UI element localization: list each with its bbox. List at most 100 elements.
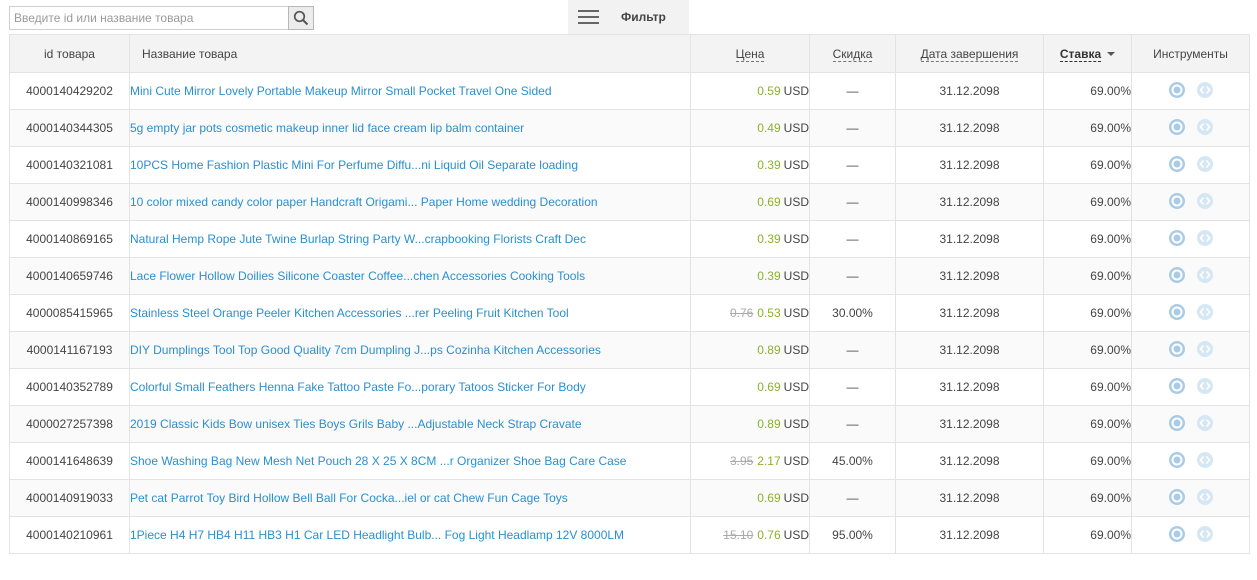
product-id: 4000085415965	[9, 294, 130, 332]
product-name-cell: Stainless Steel Orange Peeler Kitchen Ac…	[129, 294, 691, 332]
table-row: 4000141648639 Shoe Washing Bag New Mesh N…	[9, 442, 1250, 480]
price: 0.39	[757, 158, 781, 172]
target-icon[interactable]	[1168, 118, 1186, 139]
product-id: 4000140344305	[9, 109, 130, 147]
sort-desc-icon	[1107, 52, 1116, 57]
header-price[interactable]: Цена	[690, 34, 810, 73]
link-arrows-icon[interactable]	[1196, 451, 1214, 472]
link-arrows-icon[interactable]	[1196, 192, 1214, 213]
price: 0.49	[757, 121, 781, 135]
discount: 45.00%	[809, 442, 896, 480]
product-link[interactable]: Colorful Small Feathers Henna Fake Tatto…	[131, 380, 586, 394]
end-date: 31.12.2098	[895, 183, 1044, 221]
end-date: 31.12.2098	[895, 294, 1044, 332]
target-icon[interactable]	[1168, 155, 1186, 176]
product-link[interactable]: Shoe Washing Bag New Mesh Net Pouch 28 X…	[131, 454, 627, 468]
currency: USD	[783, 491, 809, 505]
product-link[interactable]: 1Piece H4 H7 HB4 H11 HB3 H1 Car LED Head…	[131, 528, 625, 542]
search-input[interactable]	[9, 6, 288, 30]
target-icon[interactable]	[1168, 229, 1186, 250]
price: 0.69	[757, 380, 781, 394]
link-arrows-icon[interactable]	[1196, 118, 1214, 139]
price-cell: 0.69 USD	[690, 368, 810, 406]
price: 2.17	[757, 454, 781, 468]
product-id: 4000141648639	[9, 442, 130, 480]
price: 0.53	[757, 306, 781, 320]
product-link[interactable]: 5g empty jar pots cosmetic makeup inner …	[131, 121, 525, 135]
product-link[interactable]: Pet cat Parrot Toy Bird Hollow Bell Ball…	[131, 491, 568, 505]
search-button[interactable]	[288, 6, 314, 30]
product-id: 4000027257398	[9, 405, 130, 443]
discount: —	[809, 257, 896, 295]
target-icon[interactable]	[1168, 266, 1186, 287]
price-cell: 0.49 USD	[690, 109, 810, 147]
table-row: 4000085415965 Stainless Steel Orange Peel…	[9, 294, 1250, 332]
product-link[interactable]: 10PCS Home Fashion Plastic Mini For Perf…	[131, 158, 579, 172]
filter-button[interactable]: Фильтр	[568, 0, 689, 34]
price-cell: 15.10 0.76 USD	[690, 516, 810, 554]
old-price: 15.10	[723, 528, 754, 542]
header-rate[interactable]: Ставка	[1043, 34, 1132, 73]
product-link[interactable]: Mini Cute Mirror Lovely Portable Makeup …	[131, 84, 552, 98]
discount: —	[809, 109, 896, 147]
link-arrows-icon[interactable]	[1196, 81, 1214, 102]
product-id: 4000140352789	[9, 368, 130, 406]
tools-cell	[1131, 146, 1250, 184]
link-arrows-icon[interactable]	[1196, 303, 1214, 324]
end-date: 31.12.2098	[895, 479, 1044, 517]
link-arrows-icon[interactable]	[1196, 414, 1214, 435]
link-arrows-icon[interactable]	[1196, 266, 1214, 287]
target-icon[interactable]	[1168, 303, 1186, 324]
link-arrows-icon[interactable]	[1196, 155, 1214, 176]
product-link[interactable]: 10 color mixed candy color paper Handcra…	[131, 195, 598, 209]
product-name-cell: 10PCS Home Fashion Plastic Mini For Perf…	[129, 146, 691, 184]
products-table: id товара Название товара Цена Скидка Да…	[9, 34, 1250, 554]
price: 0.89	[757, 343, 781, 357]
link-arrows-icon[interactable]	[1196, 377, 1214, 398]
target-icon[interactable]	[1168, 525, 1186, 546]
link-arrows-icon[interactable]	[1196, 525, 1214, 546]
link-arrows-icon[interactable]	[1196, 340, 1214, 361]
price-cell: 0.39 USD	[690, 220, 810, 258]
end-date: 31.12.2098	[895, 368, 1044, 406]
target-icon[interactable]	[1168, 414, 1186, 435]
product-link[interactable]: 2019 Classic Kids Bow unisex Ties Boys G…	[131, 417, 582, 431]
tools-cell	[1131, 257, 1250, 295]
rate: 69.00%	[1043, 331, 1132, 369]
tools-cell	[1131, 72, 1250, 110]
price-cell: 0.39 USD	[690, 257, 810, 295]
price-cell: 0.69 USD	[690, 183, 810, 221]
product-link[interactable]: Stainless Steel Orange Peeler Kitchen Ac…	[131, 306, 569, 320]
product-id: 4000140210961	[9, 516, 130, 554]
search-bar	[9, 6, 314, 30]
table-row: 4000140869165 Natural Hemp Rope Jute Twin…	[9, 220, 1250, 258]
currency: USD	[783, 343, 809, 357]
discount: 95.00%	[809, 516, 896, 554]
target-icon[interactable]	[1168, 81, 1186, 102]
link-arrows-icon[interactable]	[1196, 229, 1214, 250]
product-link[interactable]: DIY Dumplings Tool Top Good Quality 7cm …	[131, 343, 601, 357]
tools-cell	[1131, 405, 1250, 443]
end-date: 31.12.2098	[895, 331, 1044, 369]
header-discount[interactable]: Скидка	[809, 34, 896, 73]
target-icon[interactable]	[1168, 451, 1186, 472]
product-name-cell: Colorful Small Feathers Henna Fake Tatto…	[129, 368, 691, 406]
discount: —	[809, 368, 896, 406]
target-icon[interactable]	[1168, 340, 1186, 361]
header-end-date[interactable]: Дата завершения	[895, 34, 1044, 73]
end-date: 31.12.2098	[895, 220, 1044, 258]
end-date: 31.12.2098	[895, 516, 1044, 554]
price: 0.76	[757, 528, 781, 542]
discount: —	[809, 72, 896, 110]
product-link[interactable]: Lace Flower Hollow Doilies Silicone Coas…	[131, 269, 586, 283]
target-icon[interactable]	[1168, 192, 1186, 213]
target-icon[interactable]	[1168, 377, 1186, 398]
rate: 69.00%	[1043, 442, 1132, 480]
price-cell: 0.69 USD	[690, 479, 810, 517]
target-icon[interactable]	[1168, 488, 1186, 509]
link-arrows-icon[interactable]	[1196, 488, 1214, 509]
price-cell: 0.89 USD	[690, 331, 810, 369]
table-row: 4000140210961 1Piece H4 H7 HB4 H11 HB3 H1…	[9, 516, 1250, 554]
product-link[interactable]: Natural Hemp Rope Jute Twine Burlap Stri…	[131, 232, 586, 246]
currency: USD	[783, 380, 809, 394]
